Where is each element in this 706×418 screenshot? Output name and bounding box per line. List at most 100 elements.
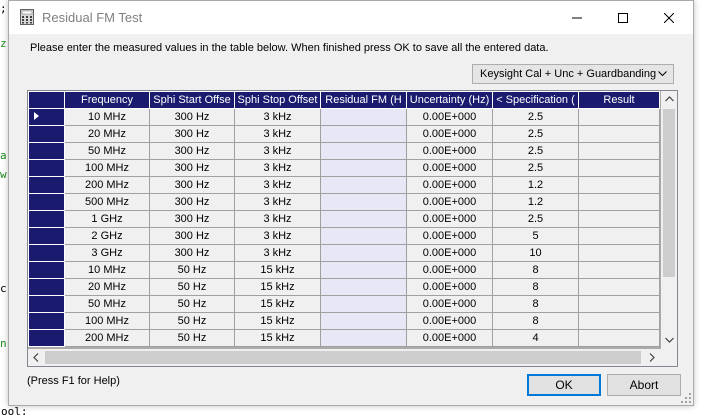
table-cell: 300 Hz [149, 142, 235, 160]
table-row[interactable]: 20 MHz 50 Hz 15 kHz 0.00E+000 8 [28, 278, 660, 296]
row-header[interactable] [28, 295, 65, 313]
row-header[interactable] [28, 142, 65, 160]
table-cell: 3 kHz [234, 176, 321, 194]
table-cell: 300 Hz [149, 193, 235, 211]
table-cell[interactable] [320, 210, 407, 228]
row-header[interactable] [28, 244, 65, 262]
table-cell[interactable] [320, 193, 407, 211]
row-header[interactable] [28, 227, 65, 245]
abort-button[interactable]: Abort [607, 374, 681, 396]
table-cell[interactable] [320, 159, 407, 177]
table-cell[interactable] [320, 312, 407, 330]
background-text: a [0, 149, 7, 162]
column-header[interactable]: Frequency [64, 91, 150, 109]
measurement-table: Frequency Sphi Start Offse Sphi Stop Offse… [28, 91, 660, 347]
scroll-down-button[interactable] [661, 332, 677, 348]
table-cell: 15 kHz [234, 312, 321, 330]
row-header[interactable] [28, 108, 65, 126]
row-header[interactable] [28, 210, 65, 228]
ok-button[interactable]: OK [527, 374, 601, 396]
row-header[interactable] [28, 159, 65, 177]
table-cell: 2 GHz [64, 227, 150, 245]
row-header[interactable] [28, 312, 65, 330]
maximize-button[interactable] [600, 1, 646, 34]
vertical-scrollbar[interactable] [661, 91, 677, 349]
mode-dropdown-value: Keysight Cal + Unc + Guardbanding [480, 68, 657, 80]
chevron-down-icon [664, 337, 674, 343]
table-cell: 5 [492, 227, 579, 245]
table-cell: 15 kHz [234, 261, 321, 279]
table-row[interactable]: 1 GHz 300 Hz 3 kHz 0.00E+000 2.5 [28, 210, 660, 228]
row-header[interactable] [28, 278, 65, 296]
table-cell: 15 kHz [234, 329, 321, 347]
row-header[interactable] [28, 125, 65, 143]
close-button[interactable] [646, 1, 692, 34]
table-cell: 0.00E+000 [406, 261, 493, 279]
table-cell: 50 MHz [64, 142, 150, 160]
residual-fm-dialog: Residual FM Test Please enter the measur… [8, 0, 694, 406]
table-cell: 3 kHz [234, 227, 321, 245]
mode-dropdown[interactable]: Keysight Cal + Unc + Guardbanding [472, 64, 674, 84]
row-header-corner [28, 91, 65, 109]
table-row[interactable]: 20 MHz 300 Hz 3 kHz 0.00E+000 2.5 [28, 125, 660, 143]
vertical-scroll-thumb[interactable] [663, 109, 675, 277]
column-header[interactable]: Residual FM (H [320, 91, 407, 109]
scroll-up-button[interactable] [661, 91, 677, 107]
table-cell: 0.00E+000 [406, 278, 493, 296]
table-cell[interactable] [320, 329, 407, 347]
table-row[interactable]: 100 MHz 50 Hz 15 kHz 0.00E+000 8 [28, 312, 660, 330]
table-cell: 3 GHz [64, 244, 150, 262]
table-row[interactable]: 50 MHz 50 Hz 15 kHz 0.00E+000 8 [28, 295, 660, 313]
table-cell: 100 MHz [64, 159, 150, 177]
table-cell: 50 Hz [149, 278, 235, 296]
column-header[interactable]: Result [578, 91, 660, 109]
table-cell[interactable] [320, 227, 407, 245]
column-header[interactable]: Sphi Stop Offset [234, 91, 321, 109]
table-cell: 2.5 [492, 142, 579, 160]
row-header[interactable] [28, 176, 65, 194]
current-row-pointer-icon [34, 112, 39, 120]
background-text: z [0, 37, 7, 50]
table-cell[interactable] [320, 244, 407, 262]
table-cell[interactable] [320, 142, 407, 160]
table-row[interactable]: 10 MHz 300 Hz 3 kHz 0.00E+000 2.5 [28, 108, 660, 126]
minimize-button[interactable] [554, 1, 600, 34]
table-row[interactable]: 50 MHz 300 Hz 3 kHz 0.00E+000 2.5 [28, 142, 660, 160]
table-cell[interactable] [320, 278, 407, 296]
column-header[interactable]: Sphi Start Offse [149, 91, 235, 109]
table-cell[interactable] [320, 108, 407, 126]
table-cell[interactable] [320, 125, 407, 143]
table-cell [578, 125, 660, 143]
table-row[interactable]: 200 MHz 300 Hz 3 kHz 0.00E+000 1.2 [28, 176, 660, 194]
horizontal-scroll-thumb[interactable] [45, 351, 641, 364]
table-cell: 0.00E+000 [406, 176, 493, 194]
row-header[interactable] [28, 193, 65, 211]
background-window [0, 0, 8, 417]
table-cell: 8 [492, 278, 579, 296]
table-cell[interactable] [320, 295, 407, 313]
table-cell: 50 MHz [64, 295, 150, 313]
table-row[interactable]: 3 GHz 300 Hz 3 kHz 0.00E+000 10 [28, 244, 660, 262]
title-bar[interactable]: Residual FM Test [9, 1, 693, 34]
column-header[interactable]: < Specification ( [492, 91, 579, 109]
chevron-left-icon [33, 352, 39, 362]
table-cell: 3 kHz [234, 159, 321, 177]
scroll-right-button[interactable] [644, 349, 660, 365]
table-cell: 0.00E+000 [406, 244, 493, 262]
table-row[interactable]: 500 MHz 300 Hz 3 kHz 0.00E+000 1.2 [28, 193, 660, 211]
table-cell: 2.5 [492, 159, 579, 177]
horizontal-scrollbar[interactable] [28, 349, 677, 366]
table-cell: 300 Hz [149, 159, 235, 177]
table-cell[interactable] [320, 261, 407, 279]
row-header[interactable] [28, 261, 65, 279]
scroll-left-button[interactable] [28, 349, 44, 365]
column-header[interactable]: Uncertainty (Hz) [406, 91, 493, 109]
measurement-grid[interactable]: Frequency Sphi Start Offse Sphi Stop Offse… [27, 90, 678, 367]
table-row[interactable]: 100 MHz 300 Hz 3 kHz 0.00E+000 2.5 [28, 159, 660, 177]
row-header[interactable] [28, 329, 65, 347]
table-cell[interactable] [320, 176, 407, 194]
resize-grip-icon[interactable] [681, 393, 691, 403]
table-row[interactable]: 10 MHz 50 Hz 15 kHz 0.00E+000 8 [28, 261, 660, 279]
table-row[interactable]: 2 GHz 300 Hz 3 kHz 0.00E+000 5 [28, 227, 660, 245]
table-row[interactable]: 200 MHz 50 Hz 15 kHz 0.00E+000 4 [28, 329, 660, 347]
